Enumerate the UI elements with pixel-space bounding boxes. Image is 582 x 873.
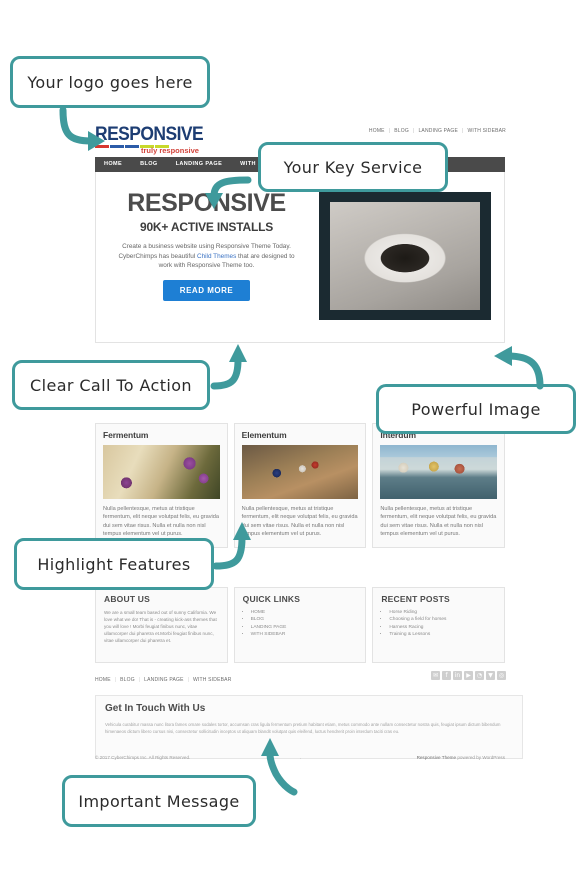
callout-important-message: Important Message <box>62 775 256 827</box>
rss-icon[interactable]: ◔ <box>475 671 484 680</box>
list-item[interactable]: Horse Riding <box>389 609 496 616</box>
widget-title: QUICK LINKS <box>242 594 301 604</box>
nav-item-home[interactable]: HOME <box>95 157 131 172</box>
social-icons: ✉ f in ▶ ◔ ▼ ◎ <box>431 671 506 680</box>
list-item[interactable]: WITH SIDEBAR <box>251 631 358 638</box>
list-item[interactable]: BLOG <box>251 616 358 623</box>
callout-label: Powerful Image <box>411 399 541 419</box>
callout-label: Your logo goes here <box>27 72 193 92</box>
contact-title: Get In Touch With Us <box>105 703 206 714</box>
widget-about-us: ABOUT US We are a small team based out o… <box>95 587 228 663</box>
feature-card: Fermentum Nulla pellentesque, metus at t… <box>95 423 228 548</box>
callout-label: Highlight Features <box>37 554 191 574</box>
linkedin-icon[interactable]: in <box>453 671 462 680</box>
copyright-text: © 2017 CyberChimps Inc. All Rights Reser… <box>95 755 191 760</box>
callout-highlight-features: Highlight Features <box>14 538 214 590</box>
theme-name: Responsive Theme <box>416 755 457 760</box>
callout-your-key-service: Your Key Service <box>258 142 448 192</box>
list-item[interactable]: HOME <box>251 609 358 616</box>
top-link-with-sidebar[interactable]: WITH SIDEBAR <box>467 128 506 134</box>
nav-item-landing-page[interactable]: LANDING PAGE <box>167 157 232 172</box>
contact-section: Get In Touch With Us Vehicula curabitur … <box>95 695 523 759</box>
card-title: Fermentum <box>103 430 149 440</box>
arrow-to-hero-title <box>190 176 252 212</box>
widget-recent-posts: RECENT POSTS Horse Riding Choosing a fie… <box>372 587 506 663</box>
arrow-to-read-more-button <box>210 338 262 390</box>
widget-quick-links: QUICK LINKS HOME BLOG LANDING PAGE WITH … <box>233 587 367 663</box>
feature-card: Interdum Nulla pellentesque, metus at tr… <box>372 423 506 548</box>
hero-image <box>319 192 491 320</box>
footer-nav-blog[interactable]: BLOG <box>120 677 135 683</box>
quick-links-list: HOME BLOG LANDING PAGE WITH SIDEBAR <box>243 609 358 639</box>
recent-posts-list: Horse Riding Choosing a field for horses… <box>381 609 496 639</box>
callout-label: Important Message <box>78 791 240 811</box>
hero-description: Create a business website using Responsi… <box>114 242 299 271</box>
footer-nav-landing-page[interactable]: LANDING PAGE <box>144 677 184 683</box>
list-item[interactable]: Harness Racing <box>389 624 496 631</box>
coffee-cup-mittens-photo <box>330 202 480 310</box>
read-more-button[interactable]: READ MORE <box>162 279 251 301</box>
hero-section: RESPONSIVE 90K+ ACTIVE INSTALLS Create a… <box>95 172 505 343</box>
callout-label: Your Key Service <box>283 157 423 177</box>
arrow-to-hero-image <box>490 338 550 390</box>
vimeo-icon[interactable]: ▼ <box>486 671 495 680</box>
arrow-to-feature-cards <box>212 516 266 570</box>
theme-credit: Responsive Theme powered by WordPress <box>417 755 505 760</box>
canal-houses-bruges-photo <box>380 445 498 499</box>
callout-powerful-image: Powerful Image <box>376 384 576 434</box>
nav-item-blog[interactable]: BLOG <box>131 157 167 172</box>
callout-clear-call-to-action: Clear Call To Action <box>12 360 210 410</box>
feature-cards: Fermentum Nulla pellentesque, metus at t… <box>95 423 506 548</box>
open-book-with-lavender-photo <box>103 445 220 499</box>
list-item[interactable]: Choosing a field for horses <box>389 616 496 623</box>
top-utility-nav: HOME | BLOG | LANDING PAGE | WITH SIDEBAR <box>368 128 506 134</box>
youtube-icon[interactable]: ▶ <box>464 671 473 680</box>
arrow-to-logo <box>55 106 115 153</box>
widget-title: ABOUT US <box>104 594 150 604</box>
footer-nav-with-sidebar[interactable]: WITH SIDEBAR <box>193 677 232 683</box>
card-title: Elementum <box>241 430 287 440</box>
callout-your-logo-goes-here: Your logo goes here <box>10 56 210 108</box>
footer-widgets: ABOUT US We are a small team based out o… <box>95 587 506 663</box>
hero-subtitle: 90K+ ACTIVE INSTALLS <box>139 220 274 234</box>
top-link-blog[interactable]: BLOG <box>394 128 409 134</box>
footer-nav-home[interactable]: HOME <box>95 677 111 683</box>
child-themes-link[interactable]: Child Themes <box>197 253 236 260</box>
top-link-home[interactable]: HOME <box>369 128 385 134</box>
widget-title: RECENT POSTS <box>381 594 450 604</box>
website-mockup: RESPONSIVE truly responsive HOME | BLOG | … <box>90 125 523 776</box>
top-link-landing-page[interactable]: LANDING PAGE <box>418 128 458 134</box>
card-text: Nulla pellentesque, metus at tristique f… <box>380 506 497 538</box>
widget-text: We are a small team based out of sunny C… <box>104 610 217 643</box>
rustic-table-setting-photo <box>241 445 359 499</box>
logo-tagline: truly responsive <box>141 146 199 155</box>
contact-text: Vehicula curabitur massa nunc litora fam… <box>105 722 501 734</box>
callout-label: Clear Call To Action <box>30 375 192 395</box>
theme-credit-suffix: powered by WordPress <box>456 755 505 760</box>
google-plus-icon[interactable]: ◎ <box>497 671 506 680</box>
arrow-to-contact-section <box>246 736 306 796</box>
card-text: Nulla pellentesque, metus at tristique f… <box>103 506 219 538</box>
list-item[interactable]: LANDING PAGE <box>251 624 358 631</box>
facebook-icon[interactable]: f <box>442 671 451 680</box>
list-item[interactable]: Training & Lessons <box>389 631 496 638</box>
twitter-icon[interactable]: ✉ <box>431 671 440 680</box>
